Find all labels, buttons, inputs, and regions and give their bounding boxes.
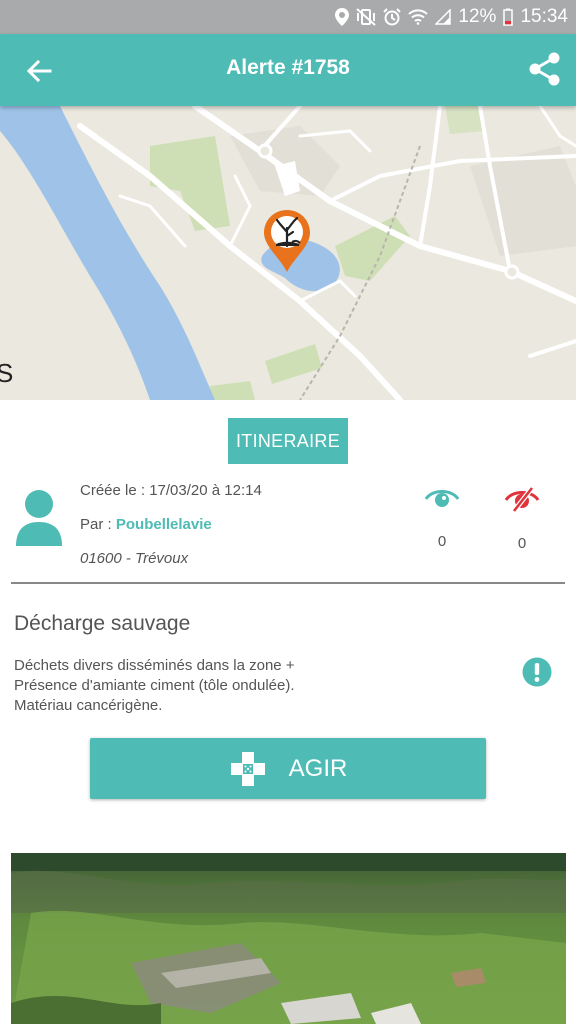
exclamation-circle-icon[interactable] — [522, 657, 552, 687]
description-line: Déchets divers disséminés dans la zone + — [14, 657, 295, 674]
map-marker-icon[interactable] — [262, 208, 312, 274]
eye-icon — [424, 490, 460, 507]
share-button[interactable] — [526, 50, 564, 88]
act-button[interactable]: AGIR — [90, 738, 486, 799]
share-icon — [529, 52, 560, 86]
signal-icon — [435, 9, 452, 25]
alert-category: Décharge sauvage — [14, 612, 191, 635]
bandage-icon — [230, 751, 265, 786]
act-button-label: AGIR — [288, 754, 348, 782]
views-count: 0 — [437, 533, 447, 550]
hidden-counter: 0 — [500, 486, 544, 552]
vibrate-mute-icon — [356, 8, 377, 26]
alert-info: Créée le : 17/03/20 à 12:14 Par : Poubel… — [80, 481, 262, 583]
views-counter: 0 — [420, 486, 464, 550]
status-bar: 12% 15:34 — [0, 0, 576, 34]
description-line: Matériau cancérigène. — [14, 697, 163, 714]
itinerary-button[interactable]: ITINERAIRE — [228, 418, 348, 464]
battery-percent: 12% — [458, 6, 497, 27]
map-view[interactable]: S — [0, 106, 576, 400]
wifi-icon — [408, 9, 429, 25]
alarm-icon — [383, 8, 402, 26]
avatar-icon — [16, 490, 62, 546]
app-bar: Alerte #1758 — [0, 34, 576, 106]
battery-low-icon — [503, 8, 514, 26]
description-line: Présence d'amiante ciment (tôle ondulée)… — [14, 677, 295, 694]
hidden-count: 0 — [517, 535, 527, 552]
alert-description: Déchets divers disséminés dans la zone +… — [14, 656, 394, 716]
author-line: Par : Poubellelavie — [80, 515, 262, 549]
alert-photo[interactable] — [11, 853, 566, 1024]
map-attribution: S — [0, 358, 14, 388]
location-icon — [335, 8, 350, 26]
author-link[interactable]: Poubellelavie — [116, 516, 212, 533]
page-title: Alerte #1758 — [226, 56, 350, 79]
status-time: 15:34 — [520, 6, 568, 27]
created-date: Créée le : 17/03/20 à 12:14 — [80, 482, 262, 499]
divider — [11, 582, 565, 584]
status-icons: 12% 15:34 — [335, 0, 568, 34]
author-prefix: Par : — [80, 516, 116, 533]
eye-slash-icon — [504, 486, 540, 513]
location-text: 01600 - Trévoux — [80, 550, 189, 567]
